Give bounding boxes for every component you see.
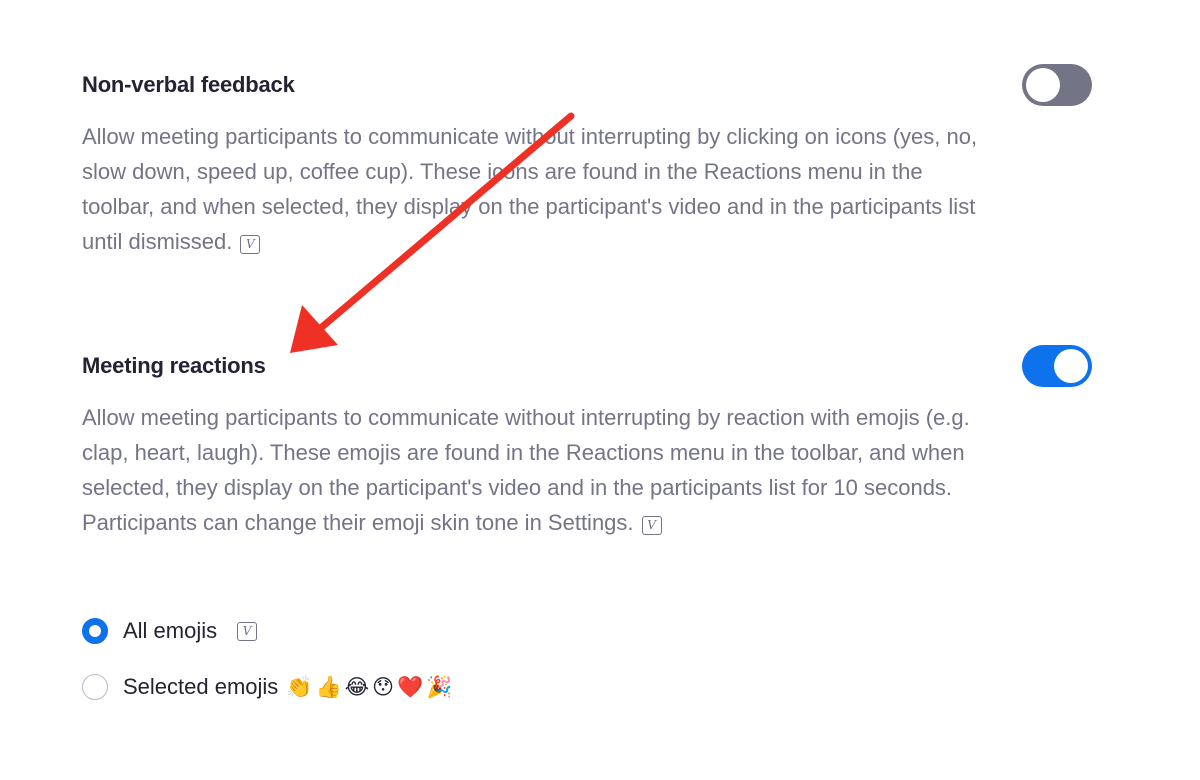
nonverbal-feedback-description: Allow meeting participants to communicat…	[82, 119, 987, 259]
meeting-reactions-setting: Meeting reactions Allow meeting particip…	[82, 345, 1092, 540]
meeting-reactions-description: Allow meeting participants to communicat…	[82, 400, 987, 540]
version-badge-icon: V	[240, 234, 261, 254]
emoji-options-radio-group: All emojis V Selected emojis 👏👍😂😯❤️🎉	[82, 614, 455, 726]
radio-button-unchecked[interactable]	[82, 674, 108, 700]
nonverbal-feedback-toggle[interactable]	[1022, 64, 1092, 106]
radio-option-selected-emojis[interactable]: Selected emojis 👏👍😂😯❤️🎉	[82, 670, 455, 704]
nonverbal-description-text: Allow meeting participants to communicat…	[82, 124, 978, 254]
radio-button-checked[interactable]	[82, 618, 108, 644]
radio-option-all-emojis[interactable]: All emojis V	[82, 614, 455, 648]
toggle-knob	[1026, 68, 1060, 102]
radio-label-selected-emojis: Selected emojis	[123, 674, 279, 699]
toggle-knob	[1054, 349, 1088, 383]
selected-emojis-preview: 👏👍😂😯❤️🎉	[286, 675, 456, 699]
meeting-reactions-toggle[interactable]	[1022, 345, 1092, 387]
radio-label-all-emojis: All emojis	[123, 618, 218, 643]
arrow-head	[290, 305, 338, 353]
meeting-reactions-title: Meeting reactions	[82, 353, 266, 378]
reactions-description-text: Allow meeting participants to communicat…	[82, 405, 970, 535]
nonverbal-feedback-title: Non-verbal feedback	[82, 72, 295, 97]
version-badge-icon: V	[641, 515, 662, 535]
nonverbal-feedback-setting: Non-verbal feedback Allow meeting partic…	[82, 64, 1092, 259]
version-badge-icon: V	[237, 621, 258, 641]
